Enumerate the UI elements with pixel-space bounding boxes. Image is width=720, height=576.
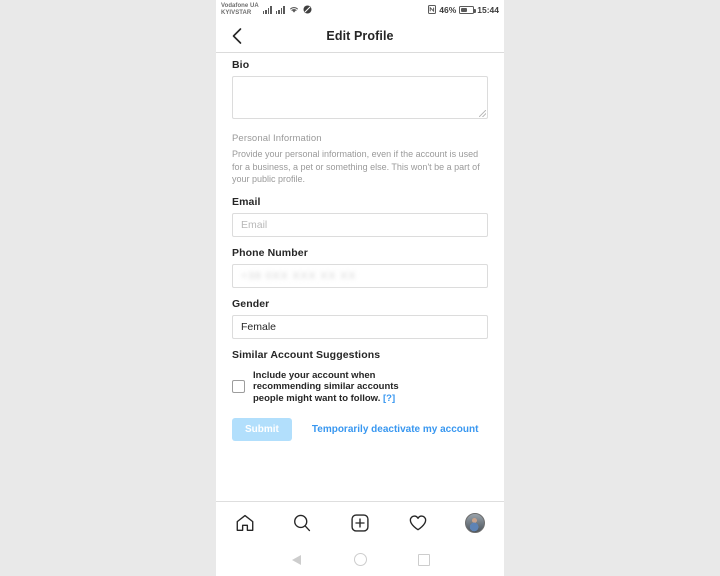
status-bar-left: Vodafone UA KYIVSTAR [221,1,312,19]
phone-number-label: Phone Number [232,246,308,259]
clock-label: 15:44 [477,5,499,15]
wifi-icon [289,1,299,19]
chevron-left-icon [232,28,242,44]
system-home-button[interactable] [345,548,375,572]
similar-accounts-checkbox-row[interactable]: Include your account when recommending s… [232,370,488,405]
status-bar: Vodafone UA KYIVSTAR 46% 15:44 [216,0,504,20]
tab-search[interactable] [282,506,322,540]
search-icon [294,514,311,531]
tab-profile[interactable] [455,506,495,540]
phone-screen: Vodafone UA KYIVSTAR 46% 15:44 Edit Prof… [216,0,504,576]
carrier-labels: Vodafone UA KYIVSTAR [221,3,259,17]
tab-add-post[interactable] [340,506,380,540]
form-actions: Submit Temporarily deactivate my account [232,418,488,441]
system-recents-button[interactable] [409,548,439,572]
add-post-icon [351,513,369,532]
personal-information-description: Provide your personal information, even … [232,149,480,184]
email-input[interactable]: Email [232,212,488,237]
home-circle-icon [353,553,367,566]
email-label: Email [232,195,261,208]
profile-avatar[interactable] [465,512,486,533]
mute-icon [303,1,312,19]
gender-input[interactable]: Female [232,314,488,339]
submit-button[interactable]: Submit [232,418,292,441]
help-link-icon[interactable]: [?] [383,393,395,404]
signal-bars-icon [262,6,272,14]
carrier-secondary-label: KYIVSTAR [221,10,252,16]
similar-account-suggestions-title: Similar Account Suggestions [232,348,381,361]
phone-number-input[interactable]: +38 0XX XXX XX XX [232,263,488,288]
bio-textarea[interactable] [232,76,488,119]
tab-activity[interactable] [398,506,438,540]
back-button[interactable] [226,25,248,47]
heart-icon [409,514,426,530]
bottom-tab-bar [216,501,504,543]
personal-information-title: Personal Information [232,133,322,144]
nfc-icon [428,4,437,16]
recents-square-icon [418,553,430,566]
bio-label: Bio [232,59,250,71]
back-triangle-icon [291,554,301,565]
status-bar-right: 46% 15:44 [428,4,499,16]
edit-profile-form: Bio Personal Information Provide your pe… [216,53,504,502]
battery-percent-label: 46% [439,5,457,15]
system-back-button[interactable] [281,548,311,572]
home-icon [236,514,254,531]
signal-bars-icon-2 [275,6,285,14]
deactivate-account-link[interactable]: Temporarily deactivate my account [312,424,479,435]
system-navigation-bar [216,543,504,576]
carrier-primary-label: Vodafone UA [221,3,259,9]
similar-accounts-checkbox-label: Include your account when recommending s… [253,370,428,405]
phone-number-redacted-value: +38 0XX XXX XX XX [241,269,357,282]
tab-home[interactable] [225,506,265,540]
similar-accounts-checkbox[interactable] [232,380,245,394]
page-title: Edit Profile [326,29,394,43]
battery-icon [459,6,477,14]
app-header: Edit Profile [216,20,504,53]
screenshot-root: Vodafone UA KYIVSTAR 46% 15:44 Edit Prof… [0,0,720,576]
gender-label: Gender [232,297,270,310]
similar-accounts-checkbox-text: Include your account when recommending s… [253,369,399,404]
